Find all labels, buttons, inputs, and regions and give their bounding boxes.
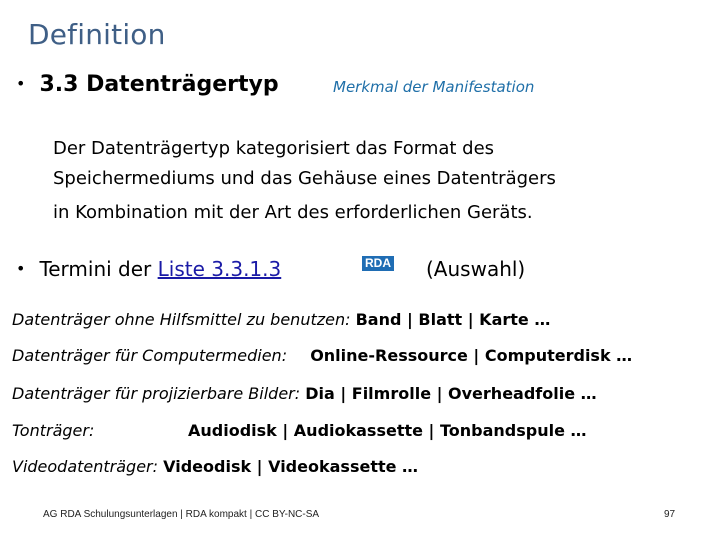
category-values: Band | Blatt | Karte … xyxy=(355,310,551,329)
page-number: 97 xyxy=(664,509,676,520)
termini-line: • Termini der Liste 3.3.1.3 xyxy=(16,257,281,281)
bullet-icon: • xyxy=(16,74,26,93)
category-values: Videodisk | Videokassette … xyxy=(163,457,419,476)
bullet-icon: • xyxy=(16,259,26,278)
rda-badge-icon[interactable]: RDA xyxy=(362,256,394,271)
category-values: Dia | Filmrolle | Overheadfolie … xyxy=(305,384,597,403)
category-row: Datenträger für projizierbare Bilder: Di… xyxy=(12,384,597,403)
category-values: Online-Ressource | Computerdisk … xyxy=(310,346,633,365)
slide-title: Definition xyxy=(28,18,166,51)
definition-line: Der Datenträgertyp kategorisiert das For… xyxy=(53,138,495,159)
section-heading-text: 3.3 Datenträgertyp xyxy=(39,72,279,97)
termini-suffix: (Auswahl) xyxy=(426,257,526,281)
category-label: Tonträger: xyxy=(12,421,95,440)
category-label: Datenträger für projizierbare Bilder: xyxy=(12,384,301,403)
category-values: Audiodisk | Audiokassette | Tonbandspule… xyxy=(188,421,587,440)
liste-link[interactable]: Liste 3.3.1.3 xyxy=(158,257,282,281)
category-row: Datenträger ohne Hilfsmittel zu benutzen… xyxy=(12,310,550,329)
category-label: Datenträger ohne Hilfsmittel zu benutzen… xyxy=(12,310,351,329)
category-row: Videodatenträger: Videodisk | Videokasse… xyxy=(12,457,418,476)
section-heading: • 3.3 Datenträgertyp xyxy=(16,72,279,97)
category-label: Datenträger für Computermedien: xyxy=(12,346,288,365)
category-row: Datenträger für Computermedien: Online-R… xyxy=(12,346,632,365)
section-annotation: Merkmal der Manifestation xyxy=(333,78,535,96)
category-label: Videodatenträger: xyxy=(12,457,159,476)
definition-line: in Kombination mit der Art des erforderl… xyxy=(53,202,533,223)
termini-prefix: Termini der xyxy=(39,257,158,281)
footer-text: AG RDA Schulungsunterlagen | RDA kompakt… xyxy=(43,509,320,520)
category-row: Tonträger: Audiodisk | Audiokassette | T… xyxy=(12,421,587,440)
definition-line: Speichermediums und das Gehäuse eines Da… xyxy=(53,168,556,189)
